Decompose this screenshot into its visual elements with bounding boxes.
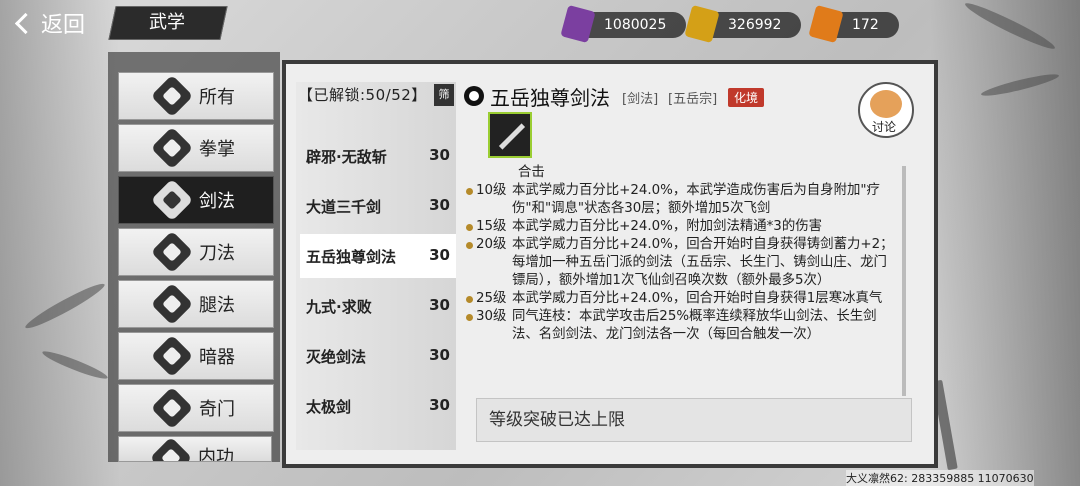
category-label: 拳掌: [199, 139, 235, 160]
description-scrollbar[interactable]: [902, 166, 906, 396]
skill-level: 30: [429, 396, 450, 414]
skill-level: 30: [429, 346, 450, 364]
discuss-label: 讨论: [872, 120, 897, 134]
skill-name: 辟邪·无敌斩: [306, 148, 387, 166]
skill-item[interactable]: 辟邪·无敌斩 30: [300, 134, 456, 178]
category-label: 腿法: [199, 295, 235, 316]
page-title: 武学: [149, 12, 185, 33]
skill-tag-type: [剑法]: [622, 92, 659, 107]
level-row: 25级 本武学威力百分比+24.0%，回合开始时自身获得1层寒冰真气: [466, 290, 896, 308]
kick-icon: [150, 282, 194, 326]
page-title-tab: 武学: [108, 6, 228, 40]
category-inner[interactable]: 内功: [118, 436, 272, 462]
level-text: 本武学威力百分比+24.0%，附加剑法精通*3的伤害: [512, 219, 823, 234]
skill-level: 30: [429, 296, 450, 314]
skill-level: 30: [429, 196, 450, 214]
category-hidden-weapon[interactable]: 暗器: [118, 332, 274, 380]
category-label: 内功: [198, 447, 234, 462]
category-label: 奇门: [199, 399, 235, 420]
skill-tag-sect: [五岳宗]: [668, 92, 718, 107]
skill-name: 大道三千剑: [306, 198, 382, 216]
level-label: 20级: [476, 237, 507, 252]
skill-name: 太极剑: [306, 398, 352, 416]
exotic-weapon-icon: [150, 386, 194, 430]
skill-item-selected[interactable]: 五岳独尊剑法 30: [300, 234, 456, 278]
skill-item[interactable]: 大道三千剑 30: [300, 184, 456, 228]
bullet-icon: [466, 314, 473, 321]
inner-power-icon: [149, 437, 193, 461]
skill-item[interactable]: 灭绝剑法 30: [300, 334, 456, 378]
category-label: 暗器: [199, 347, 235, 368]
level-label: 30级: [476, 309, 507, 324]
skill-name: 五岳独尊剑法: [306, 248, 397, 266]
category-blade[interactable]: 刀法: [118, 228, 274, 276]
category-fist[interactable]: 拳掌: [118, 124, 274, 172]
bullet-icon: [466, 188, 473, 195]
purple-token-icon: [560, 4, 596, 44]
level-label: 10级: [476, 183, 507, 198]
bullet-icon: [466, 224, 473, 231]
skill-name: 九式·求败: [306, 298, 372, 316]
category-label: 刀法: [199, 243, 235, 264]
currency-fire[interactable]: 172: [808, 4, 899, 44]
currency-purple[interactable]: 1080025: [560, 4, 687, 44]
skill-type-icon: [464, 86, 484, 106]
back-label: 返回: [41, 13, 86, 38]
breakthrough-status: 等级突破已达上限: [476, 398, 912, 442]
currency-value: 172: [852, 17, 879, 33]
category-label: 所有: [199, 87, 235, 108]
currency-value: 1080025: [604, 17, 667, 33]
level-row: 30级 同气连枝：本武学攻击后25%概率连续释放华山剑法、长生剑法、名剑剑法、龙…: [466, 308, 896, 344]
chevron-left-icon: [14, 12, 37, 34]
currency-gold[interactable]: 326992: [684, 4, 802, 44]
blade-icon: [150, 230, 194, 274]
level-label: 25级: [476, 291, 507, 306]
unlock-count: 【已解锁:50/52】: [298, 86, 427, 104]
level-row: 10级 本武学威力百分比+24.0%，本武学造成伤害后为自身附加"疗伤"和"调息…: [466, 182, 896, 218]
category-sword[interactable]: 剑法: [118, 176, 274, 224]
currency-value: 326992: [728, 17, 782, 33]
level-text: 本武学威力百分比+24.0%，本武学造成伤害后为自身附加"疗伤"和"调息"状态各…: [512, 183, 880, 216]
category-exotic[interactable]: 奇门: [118, 384, 274, 432]
bullet-icon: [466, 242, 473, 249]
bullet-icon: [466, 296, 473, 303]
skill-realm-badge: 化境: [728, 88, 765, 107]
skill-title: 五岳独尊剑法: [490, 86, 610, 110]
level-text: 同气连枝：本武学攻击后25%概率连续释放华山剑法、长生剑法、名剑剑法、龙门剑法各…: [512, 309, 877, 342]
fist-icon: [150, 126, 194, 170]
back-button[interactable]: 返回: [8, 4, 100, 42]
fire-token-icon: [808, 4, 844, 44]
shuriken-icon: [150, 334, 194, 378]
skill-level: 30: [429, 146, 450, 164]
level-row: 15级 本武学威力百分比+24.0%，附加剑法精通*3的伤害: [466, 218, 896, 236]
shiba-dog-icon: [870, 90, 902, 118]
level-text: 本武学威力百分比+24.0%，回合开始时自身获得铸剑蓄力+2；每增加一种五岳门派…: [512, 237, 894, 288]
background-ink-right: [930, 0, 1080, 486]
discuss-button[interactable]: 讨论: [858, 82, 914, 138]
level-label: 15级: [476, 219, 507, 234]
background-ink-left: [0, 0, 120, 486]
level-row: 20级 本武学威力百分比+24.0%，回合开始时自身获得铸剑蓄力+2；每增加一种…: [466, 236, 896, 290]
desc-top-line: 合击: [518, 165, 545, 180]
skill-level: 30: [429, 246, 450, 264]
category-all[interactable]: 所有: [118, 72, 274, 120]
category-label: 剑法: [199, 191, 235, 212]
skill-item[interactable]: 九式·求败 30: [300, 284, 456, 328]
level-text: 本武学威力百分比+24.0%，回合开始时自身获得1层寒冰真气: [512, 291, 883, 306]
skill-item[interactable]: 太极剑 30: [300, 384, 456, 428]
gold-token-icon: [684, 4, 720, 44]
category-kick[interactable]: 腿法: [118, 280, 274, 328]
sword-skill-icon: [488, 112, 532, 158]
sword-icon: [150, 178, 194, 222]
filter-button[interactable]: 筛: [434, 84, 454, 106]
all-icon: [150, 74, 194, 118]
skill-description[interactable]: 合击 10级 本武学威力百分比+24.0%，本武学造成伤害后为自身附加"疗伤"和…: [466, 164, 896, 400]
player-id-footer: 大义凛然62: 283359885 11070630: [846, 470, 1034, 486]
skill-name: 灭绝剑法: [306, 348, 367, 366]
